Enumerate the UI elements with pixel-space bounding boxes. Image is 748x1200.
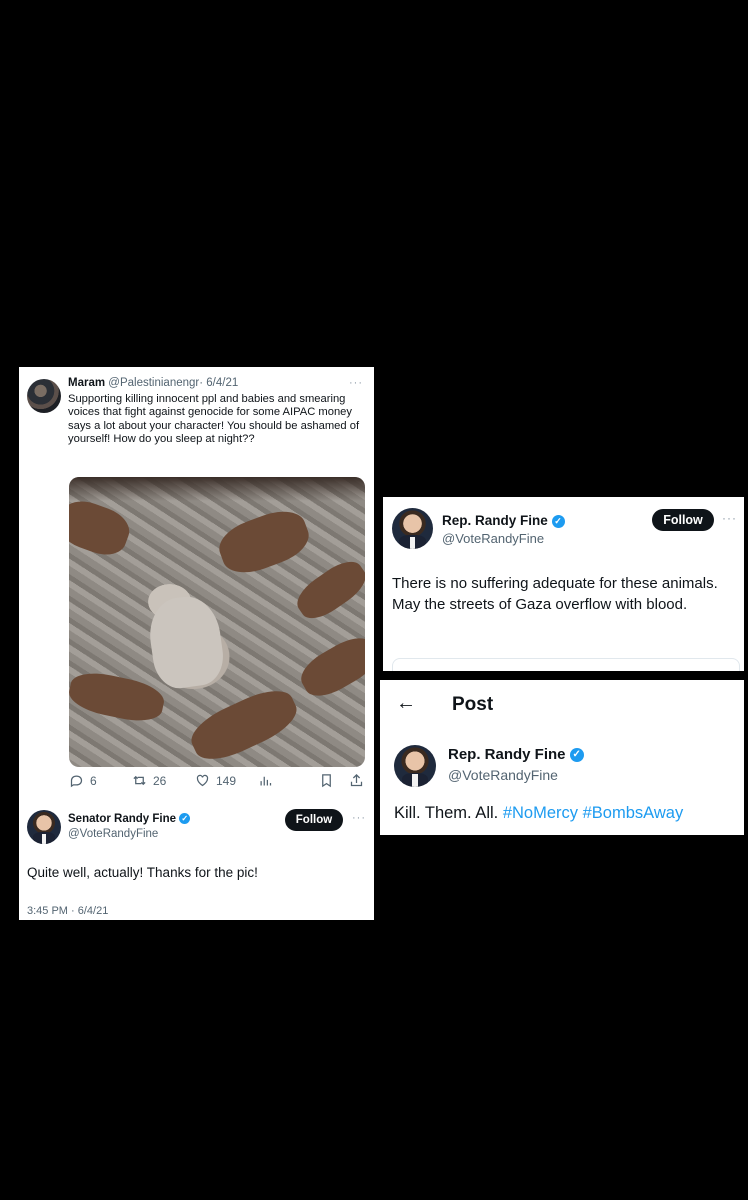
rep-randy-fine-avatar[interactable] [392, 508, 433, 549]
like-action[interactable]: 149 [195, 773, 236, 788]
bookmark-icon [322, 774, 331, 788]
tweet-photo[interactable] [69, 477, 365, 767]
follow-button[interactable]: Follow [285, 809, 343, 831]
share-action[interactable] [349, 773, 364, 788]
share-icon [350, 773, 363, 787]
verified-badge-icon: ✓ [569, 748, 584, 763]
photo-hand [69, 667, 168, 727]
analytics-icon [260, 776, 272, 786]
hashtag-link[interactable]: #BombsAway [583, 804, 684, 822]
like-count: 149 [216, 773, 237, 788]
post-text: Kill. Them. All. #NoMercy #BombsAway [394, 804, 683, 823]
bottom-right-post-card: ← Post Rep. Randy Fine ✓ @VoteRandyFine … [380, 680, 744, 835]
tweet-timestamp[interactable]: 3:45 PM · 6/4/21 [27, 905, 108, 917]
back-arrow-icon[interactable]: ← [396, 692, 416, 715]
post-author-name[interactable]: Rep. Randy Fine [448, 746, 566, 763]
reply-action[interactable]: 6 [69, 773, 97, 788]
photo-hand [213, 503, 315, 581]
reply-date: · 6/4/21 [199, 377, 239, 389]
left-tweet-card: Maram @Palestinianengr· 6/4/21 ··· Suppo… [19, 367, 374, 920]
heart-icon [196, 774, 209, 787]
photo-top-shadow [69, 477, 365, 501]
photo-hand [184, 680, 304, 767]
tweet-author-name-row: Senator Randy Fine ✓ [68, 813, 191, 825]
tweet-author-name[interactable]: Senator Randy Fine [68, 813, 176, 825]
top-tweet-text: There is no suffering adequate for these… [392, 575, 718, 613]
top-right-tweet-card: Rep. Randy Fine ✓ @VoteRandyFine Follow … [383, 497, 744, 671]
photo-child-figure [145, 592, 227, 692]
tweet-more-icon[interactable]: ··· [352, 812, 366, 824]
photo-hand [69, 494, 135, 562]
post-header-title: Post [452, 694, 494, 715]
reply-count: 6 [90, 773, 97, 788]
reply-header: Maram @Palestinianengr· 6/4/21 [68, 377, 238, 389]
top-more-icon[interactable]: ··· [722, 511, 737, 525]
post-text-plain: Kill. Them. All. [394, 804, 499, 822]
retweet-action[interactable]: 26 [132, 773, 166, 788]
retweet-count: 26 [153, 773, 167, 788]
rep-randy-fine-avatar[interactable] [394, 745, 436, 787]
verified-badge-icon: ✓ [179, 813, 191, 825]
randy-fine-avatar[interactable] [27, 810, 61, 844]
verified-badge-icon: ✓ [551, 514, 565, 528]
post-author-handle[interactable]: @VoteRandyFine [448, 767, 558, 783]
bookmark-action[interactable] [319, 773, 334, 788]
top-author-name[interactable]: Rep. Randy Fine [442, 513, 548, 528]
quote-box-edge [392, 658, 740, 671]
photo-hand [290, 553, 365, 627]
tweet-author-handle[interactable]: @VoteRandyFine [68, 828, 158, 840]
reply-author-name[interactable]: Maram [68, 377, 105, 389]
analytics-action[interactable] [258, 773, 273, 788]
retweet-icon [133, 775, 146, 786]
maram-avatar[interactable] [27, 379, 61, 413]
tweet-text: Quite well, actually! Thanks for the pic… [27, 865, 258, 880]
post-author-name-row: Rep. Randy Fine ✓ [448, 746, 584, 763]
hashtag-link[interactable]: #NoMercy [503, 804, 578, 822]
reply-more-icon[interactable]: ··· [349, 377, 363, 389]
photo-hand [294, 629, 365, 705]
follow-button[interactable]: Follow [652, 509, 714, 531]
reply-author-handle[interactable]: @Palestinianengr [108, 377, 199, 389]
reply-icon [70, 775, 83, 788]
reply-text: Supporting killing innocent ppl and babi… [68, 393, 360, 445]
top-author-name-row: Rep. Randy Fine ✓ [442, 513, 565, 528]
top-author-handle[interactable]: @VoteRandyFine [442, 531, 544, 546]
